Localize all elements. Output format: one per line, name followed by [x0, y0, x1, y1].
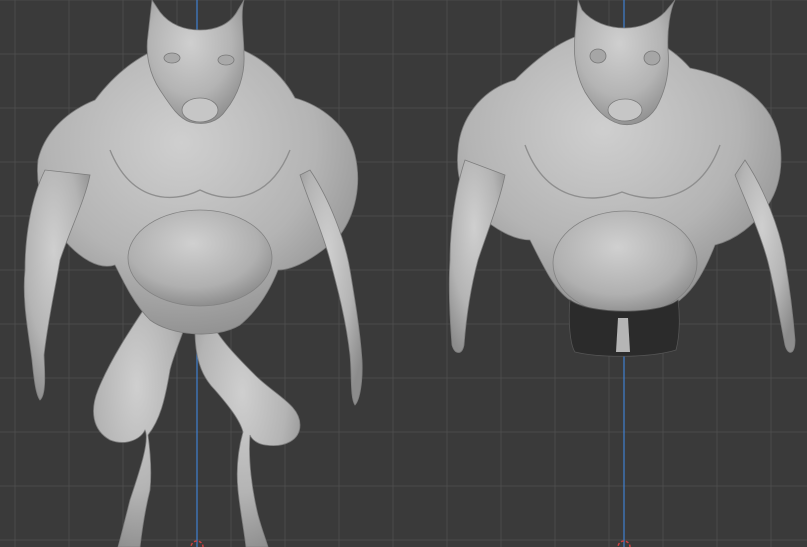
left-model-leg-right	[194, 309, 301, 547]
right-model-eye-right	[643, 50, 661, 66]
left-model-belly	[127, 209, 273, 307]
left-model-leg-left	[93, 299, 191, 547]
right-model-eye-left	[589, 48, 607, 64]
right-model-spine-stub	[616, 318, 630, 352]
left-model-snout	[181, 97, 219, 123]
left-model-arm-left	[23, 169, 91, 401]
viewport-canvas[interactable]	[0, 0, 807, 547]
left-model-eye-left	[163, 52, 181, 64]
right-model-belly	[552, 210, 698, 316]
left-model-eye-right	[217, 54, 235, 66]
model-full-body[interactable]	[23, 0, 363, 547]
right-model-snout	[607, 98, 643, 122]
3d-viewport[interactable]	[0, 0, 807, 547]
